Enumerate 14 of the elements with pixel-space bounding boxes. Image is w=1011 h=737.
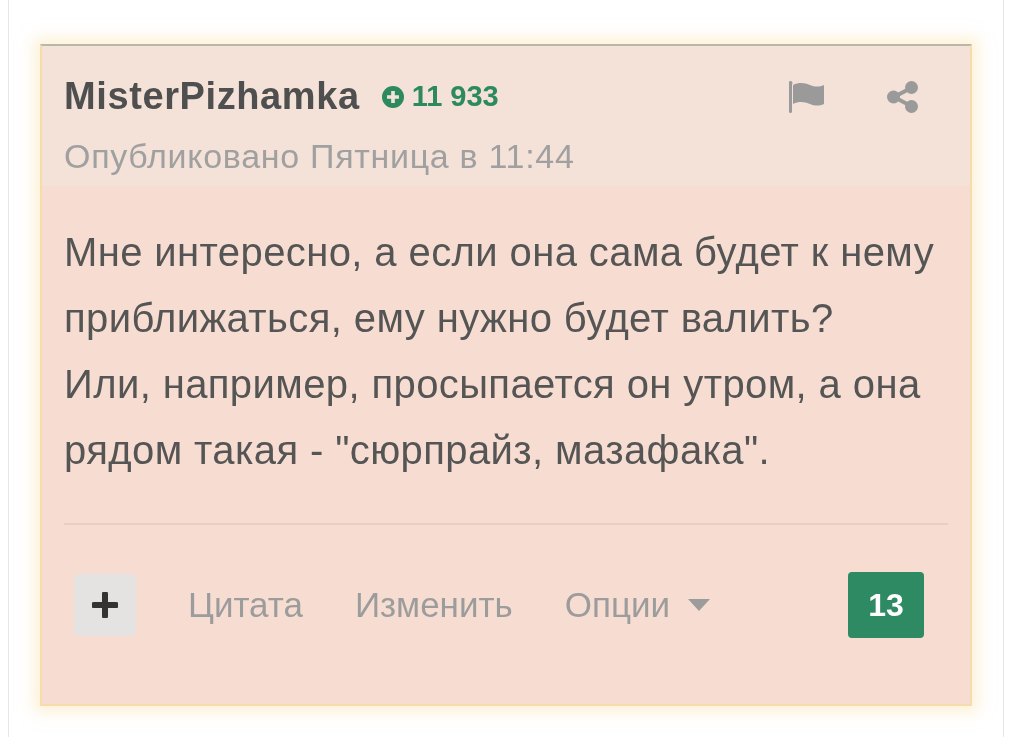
publish-date: Опубликовано Пятница в 11:44	[64, 135, 576, 177]
author-name[interactable]: MisterPizhamka	[64, 74, 360, 120]
upvote-button[interactable]	[74, 574, 136, 637]
action-link[interactable]: Изменить	[354, 579, 513, 632]
share-icon[interactable]	[887, 80, 918, 113]
action-link[interactable]: Цитата	[188, 579, 303, 632]
reputation-count: 11 933	[411, 79, 499, 115]
vote-count: 13	[848, 572, 924, 639]
caret-icon	[688, 599, 711, 612]
options-dropdown[interactable]: Опции	[564, 579, 711, 632]
comment-text: Или, например, просыпается он утром, а она рядом такая - "сюрпрайз, мазафака".	[64, 361, 922, 475]
flag-icon[interactable]	[789, 80, 825, 113]
comment-text: Мне интересно, а если она сама будет к нему приближаться, ему нужно будет валить?	[64, 229, 936, 343]
plus-icon	[92, 592, 118, 619]
